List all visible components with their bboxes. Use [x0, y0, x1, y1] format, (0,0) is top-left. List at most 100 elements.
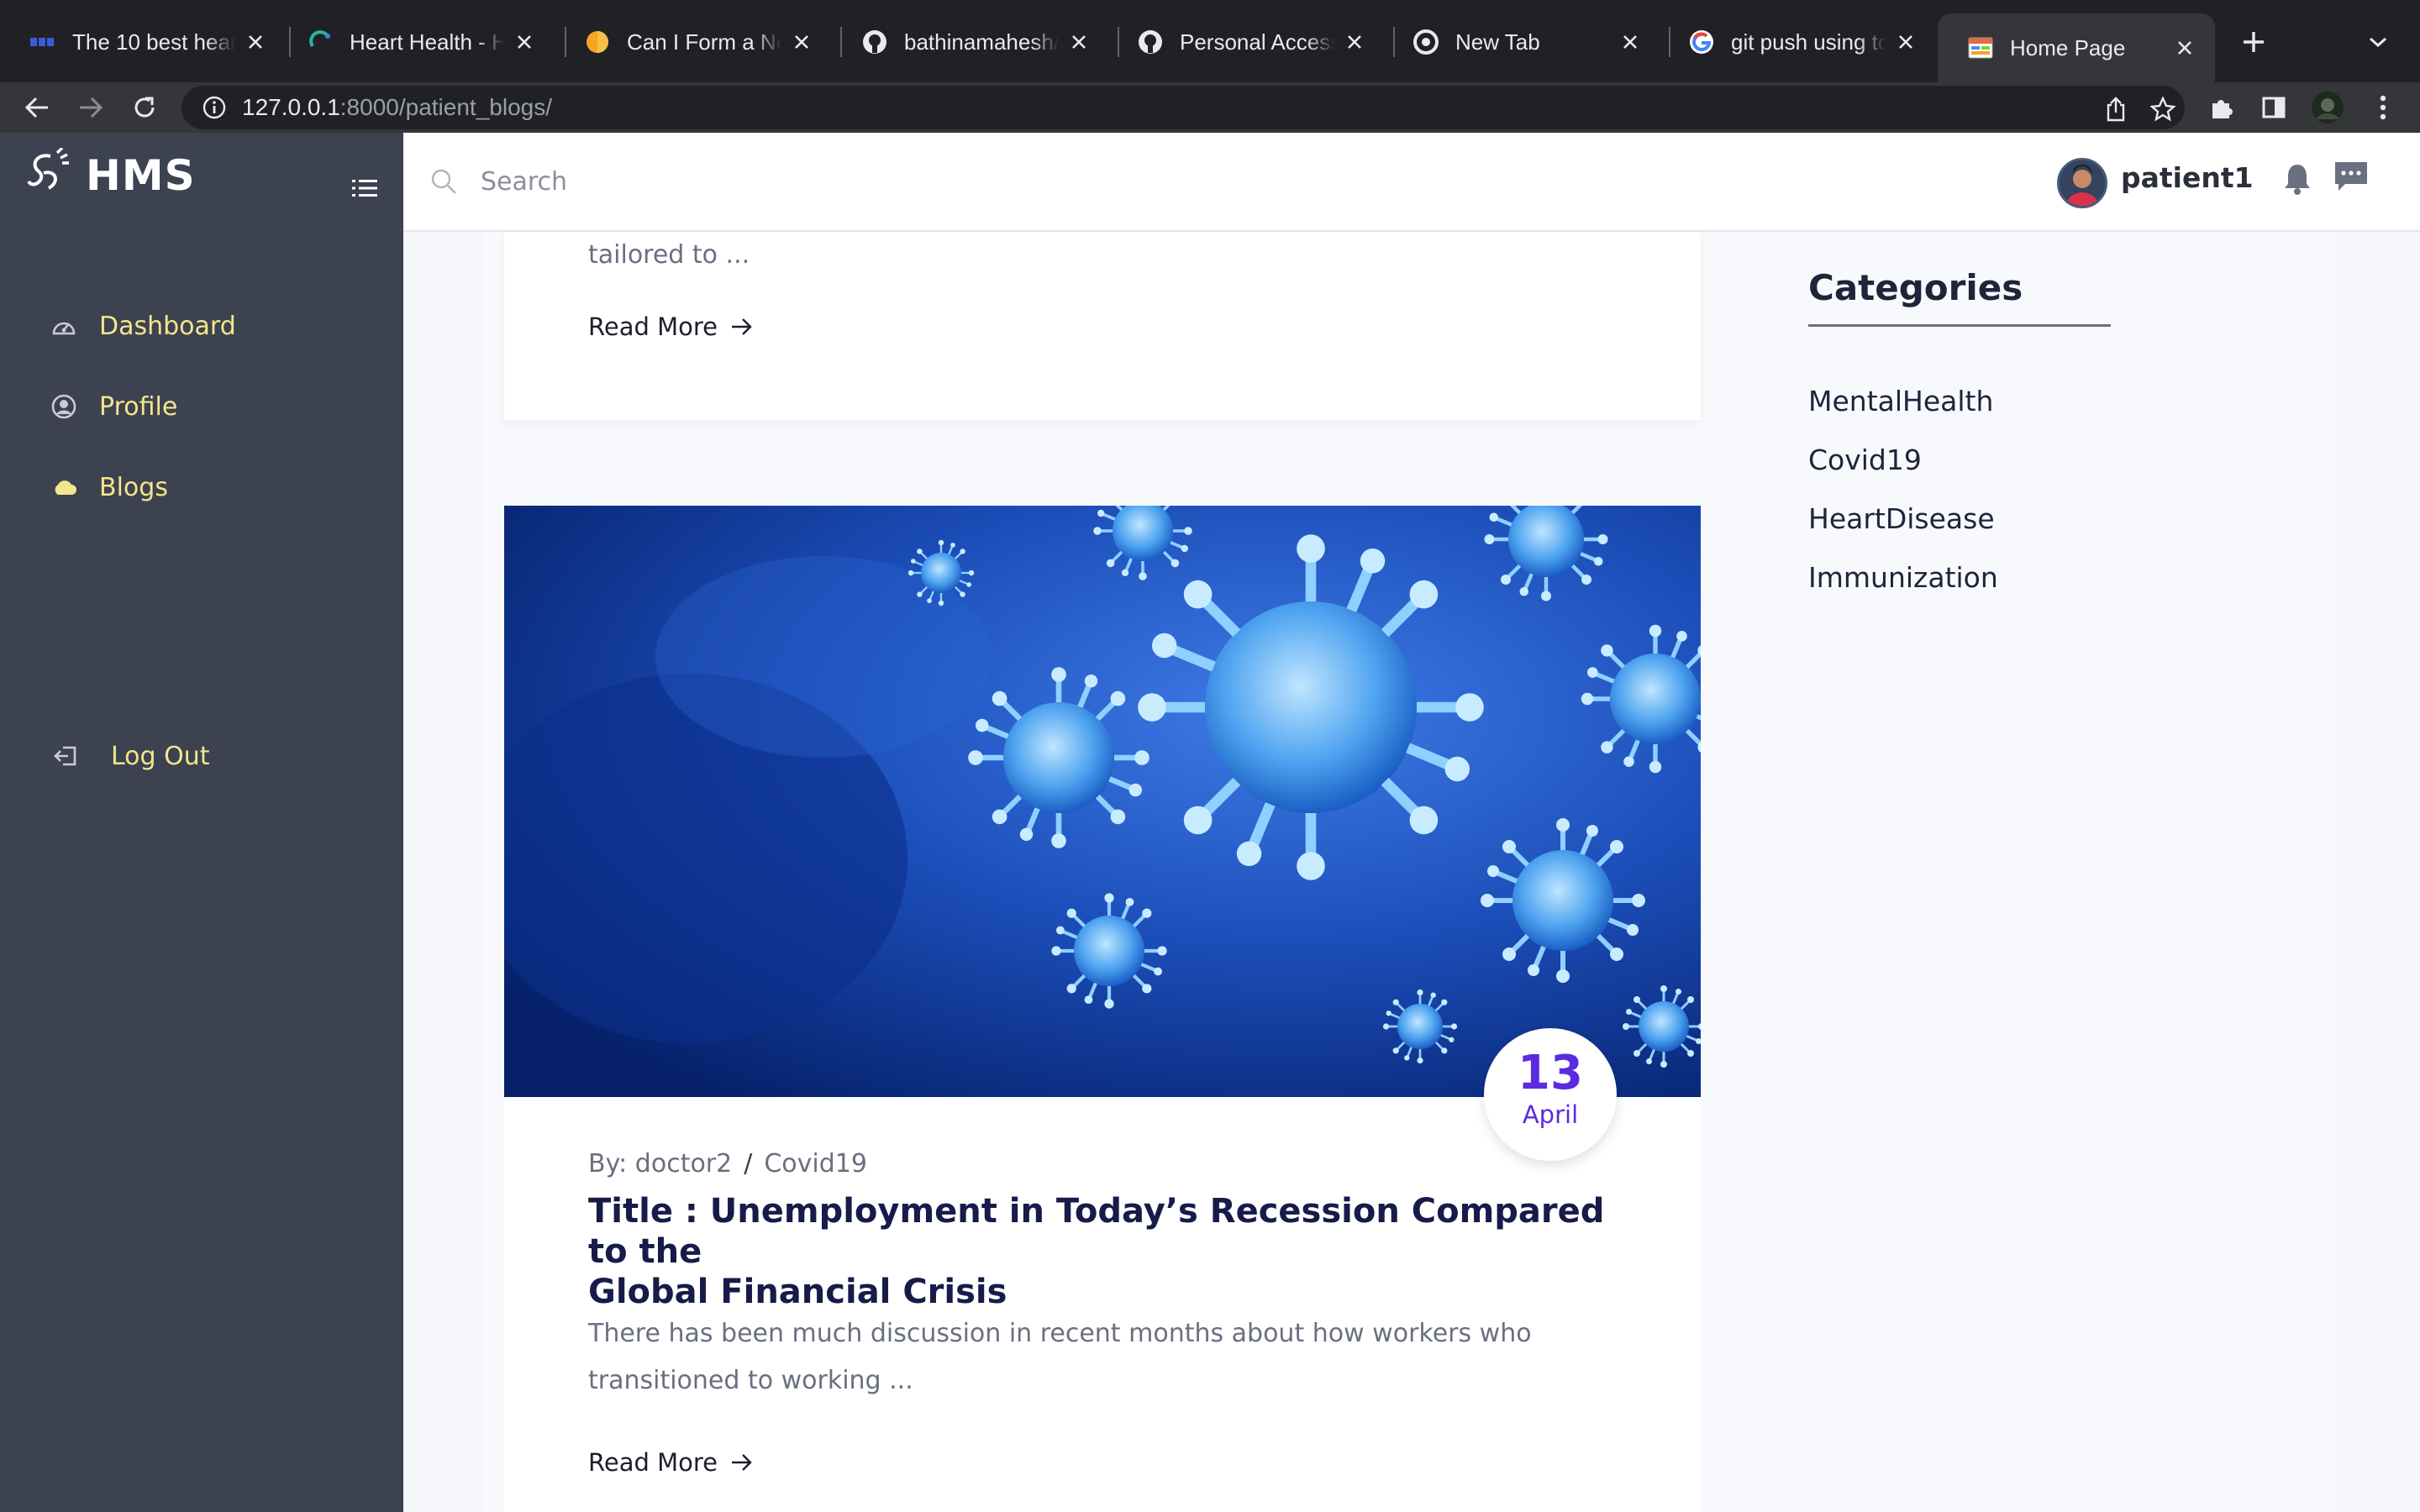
new-tab-plus-icon[interactable] — [2235, 24, 2272, 60]
share-icon[interactable] — [2097, 91, 2134, 128]
blue-grid-favicon-icon — [30, 29, 55, 55]
google-favicon-icon — [1689, 29, 1714, 55]
page-favicon-icon — [1968, 35, 1993, 60]
post-excerpt-line: transitioned to working ... — [588, 1366, 913, 1395]
browser-tab[interactable]: The 10 best heart — [0, 15, 286, 69]
profile-avatar-icon[interactable] — [2307, 87, 2348, 128]
browser-tab[interactable]: git push using tok — [1659, 15, 1936, 69]
brand-name: HMS — [86, 150, 196, 200]
notification-bell-icon[interactable] — [2279, 160, 2316, 198]
browser-tab-strip: The 10 best heart Heart Health - Ho Can … — [0, 0, 2420, 82]
browser-toolbar: 127.0.0.1:8000/patient_blogs/ — [0, 82, 2420, 133]
browser-tab-active[interactable]: Home Page — [1938, 13, 2215, 82]
side-panel-icon[interactable] — [2254, 87, 2294, 128]
back-arrow-icon[interactable] — [17, 87, 57, 128]
heart-health-favicon-icon — [308, 29, 333, 55]
close-tab-icon[interactable] — [1618, 30, 1642, 54]
blog-post-card: tailored to ... Read More — [504, 232, 1701, 420]
site-info-icon[interactable] — [202, 95, 227, 120]
cloud-icon — [50, 474, 77, 501]
sidebar-item-profile[interactable]: Profile — [50, 383, 177, 430]
post-meta: By: doctor2 / Covid19 — [588, 1149, 867, 1179]
browser-tab[interactable]: New Tab — [1383, 15, 1660, 69]
post-date-month: April — [1522, 1100, 1579, 1129]
blog-post-card: 13 April By: doctor2 / Covid19 Title : U… — [504, 506, 1701, 1512]
tab-search-chevron-icon[interactable] — [2361, 25, 2395, 59]
close-tab-icon[interactable] — [244, 30, 267, 54]
sidebar-item-label: Profile — [99, 391, 178, 422]
chat-message-icon[interactable] — [2331, 158, 2371, 197]
address-bar[interactable]: 127.0.0.1:8000/patient_blogs/ — [182, 86, 2185, 129]
close-tab-icon[interactable] — [1067, 30, 1091, 54]
tab-title: New Tab — [1455, 29, 1540, 55]
tab-title: Personal Access T — [1180, 29, 1334, 55]
tab-title: Home Page — [2010, 34, 2126, 60]
meta-separator: / — [744, 1149, 753, 1179]
read-more-label: Read More — [588, 1448, 718, 1477]
category-link-mentalhealth[interactable]: MentalHealth — [1808, 385, 1993, 417]
top-header: patient1 — [403, 133, 2420, 232]
tab-title: Can I Form a New — [627, 29, 781, 55]
read-more-link[interactable]: Read More — [588, 312, 755, 341]
close-tab-icon[interactable] — [1894, 30, 1918, 54]
post-category[interactable]: Covid19 — [764, 1149, 867, 1179]
post-date-day: 13 — [1518, 1046, 1583, 1100]
category-link-covid19[interactable]: Covid19 — [1808, 444, 1922, 476]
user-circle-icon — [50, 393, 77, 420]
browser-tab[interactable]: Personal Access T — [1107, 15, 1385, 69]
brand-logo[interactable]: HMS — [25, 146, 196, 202]
sidebar-item-blogs[interactable]: Blogs — [50, 464, 168, 511]
post-excerpt: tailored to ... — [588, 240, 750, 270]
search-icon[interactable] — [429, 166, 459, 197]
sidebar-item-label: Log Out — [111, 741, 210, 771]
post-title-line: Global Financial Crisis — [588, 1273, 1007, 1311]
category-link-heartdisease[interactable]: HeartDisease — [1808, 502, 1995, 535]
post-image-virus[interactable] — [504, 506, 1701, 1097]
chrome-favicon-icon — [1413, 29, 1439, 55]
avatar[interactable] — [2057, 158, 2107, 208]
browser-tab[interactable]: bathinamahesh/F — [832, 15, 1109, 69]
post-author[interactable]: By: doctor2 — [588, 1149, 732, 1179]
url-text: 127.0.0.1:8000/patient_blogs/ — [242, 94, 552, 121]
arrow-right-icon — [729, 1450, 755, 1475]
search-input[interactable] — [481, 156, 1237, 207]
tab-title: Heart Health - Ho — [350, 29, 504, 55]
reload-icon[interactable] — [124, 87, 165, 128]
close-tab-icon[interactable] — [2173, 36, 2196, 60]
sidebar: HMS Dashboard Profile Blogs Log Out — [0, 133, 403, 1512]
category-link-immunization[interactable]: Immunization — [1808, 561, 1998, 594]
extensions-puzzle-icon[interactable] — [2202, 87, 2242, 128]
bookmark-star-icon[interactable] — [2144, 91, 2181, 128]
orange-circle-favicon-icon — [585, 29, 610, 55]
post-date-badge: 13 April — [1484, 1028, 1617, 1161]
categories-underline — [1808, 324, 2111, 327]
dashboard-gauge-icon — [50, 312, 77, 339]
close-tab-icon[interactable] — [790, 30, 813, 54]
sidebar-item-logout[interactable]: Log Out — [52, 732, 210, 780]
sidebar-item-label: Blogs — [99, 472, 168, 502]
close-tab-icon[interactable] — [1343, 30, 1366, 54]
arrow-right-icon — [729, 314, 755, 339]
post-excerpt: There has been much discussion in recent… — [588, 1310, 1532, 1404]
url-path: :8000/patient_blogs/ — [339, 94, 552, 120]
sidebar-item-label: Dashboard — [99, 311, 236, 341]
github-favicon-icon — [1138, 29, 1163, 55]
url-host: 127.0.0.1 — [242, 94, 340, 120]
menu-toggle-list-icon[interactable] — [350, 173, 380, 203]
tab-title: The 10 best heart — [72, 29, 235, 55]
categories-heading: Categories — [1808, 267, 2023, 308]
post-excerpt-line: There has been much discussion in recent… — [588, 1319, 1532, 1348]
read-more-link[interactable]: Read More — [588, 1448, 755, 1477]
tab-title: git push using tok — [1731, 29, 1886, 55]
close-tab-icon[interactable] — [513, 30, 536, 54]
username[interactable]: patient1 — [2121, 161, 2254, 194]
forward-arrow-icon[interactable] — [71, 87, 111, 128]
browser-menu-kebab-icon[interactable] — [2363, 87, 2403, 128]
github-favicon-icon — [862, 29, 887, 55]
post-title-line: Title : Unemployment in Today’s Recessio… — [588, 1192, 1605, 1271]
sidebar-item-dashboard[interactable]: Dashboard — [50, 302, 236, 349]
browser-tab[interactable]: Heart Health - Ho — [277, 15, 555, 69]
hms-logo-icon — [25, 146, 71, 202]
browser-tab[interactable]: Can I Form a New — [555, 15, 832, 69]
post-title[interactable]: Title : Unemployment in Today’s Recessio… — [588, 1191, 1630, 1312]
